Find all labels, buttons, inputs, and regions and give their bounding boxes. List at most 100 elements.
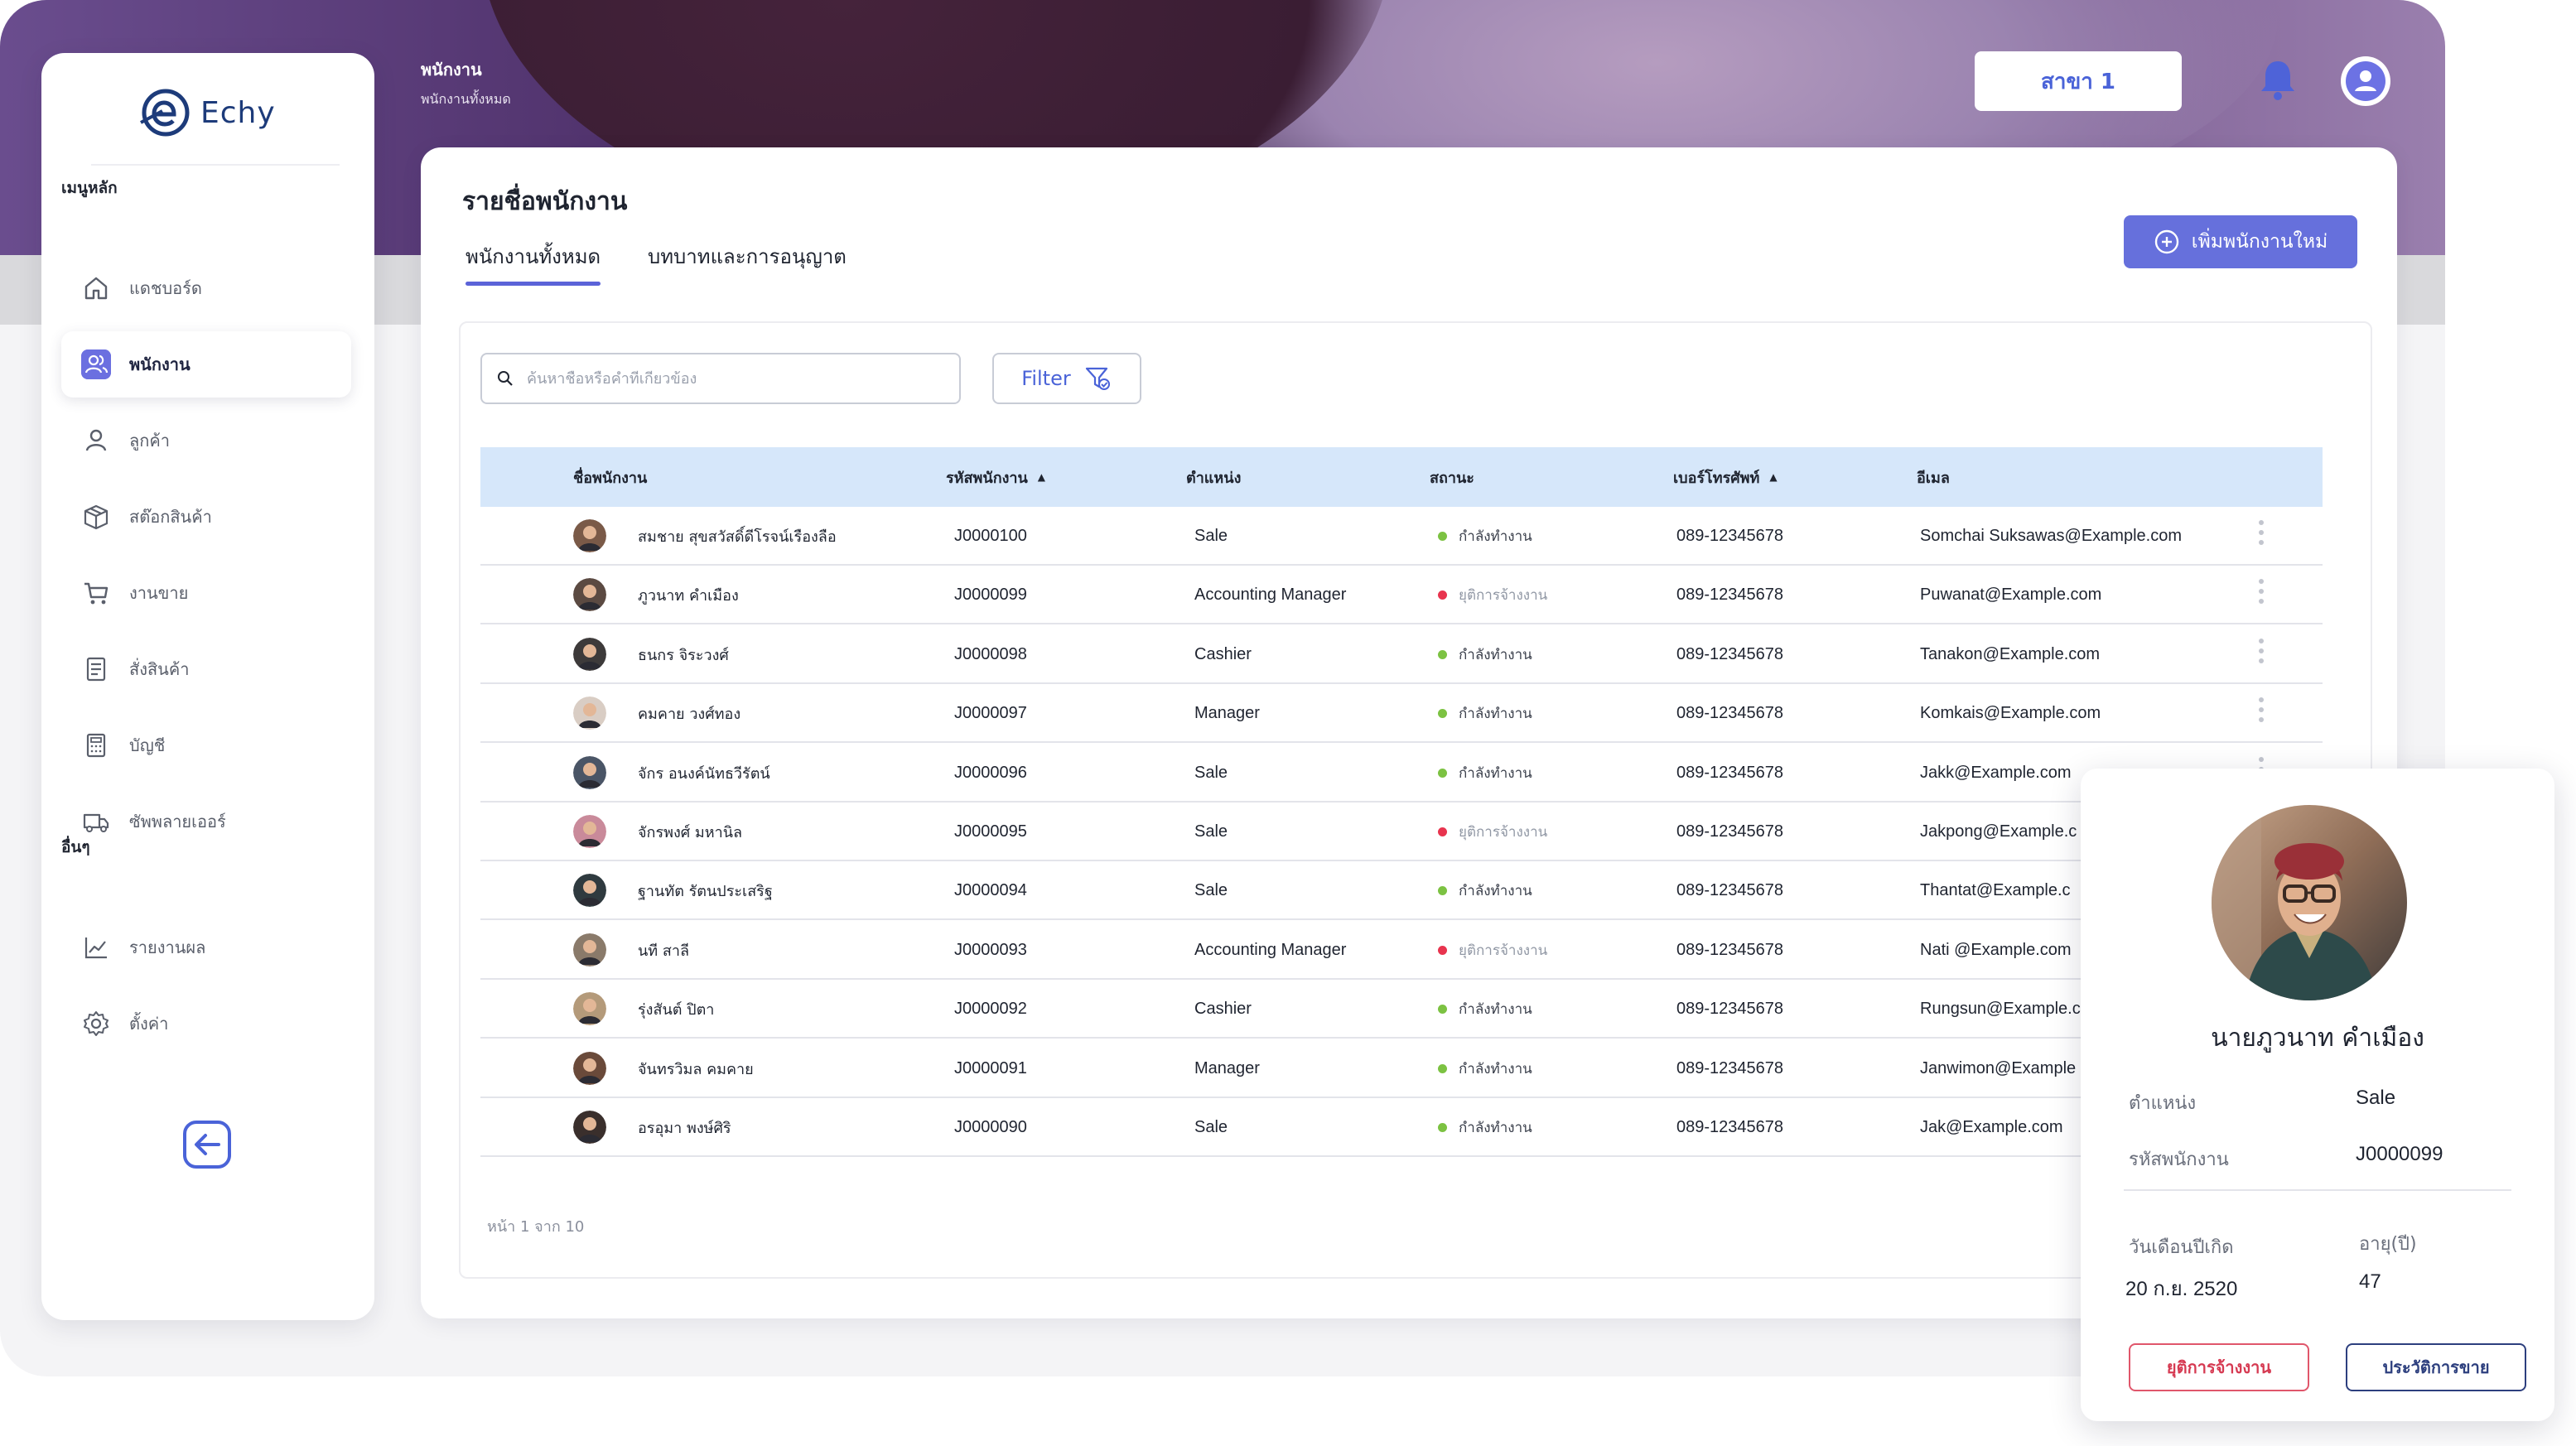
add-employee-button[interactable]: เพิ่มพนักงานใหม่ [2124, 215, 2357, 268]
sidebar-item-employees[interactable]: พนักงาน [61, 331, 351, 398]
row-menu-icon[interactable] [2258, 697, 2265, 723]
employee-phone: 089-12345678 [1676, 1058, 1784, 1077]
tab-all-employees[interactable]: พนักงานทั้งหมด [466, 240, 601, 286]
status-label: กำลังทำงาน [1459, 1001, 1532, 1019]
pagination-info: หน้า 1 จาก 10 [487, 1218, 585, 1236]
employee-position: Sale [1194, 822, 1228, 841]
column-header-email[interactable]: อีเมล [1917, 465, 1950, 489]
employee-avatar [573, 696, 606, 730]
row-menu-icon[interactable] [2258, 638, 2265, 663]
sort-icon[interactable]: ▲ [1038, 471, 1045, 483]
users-icon [81, 349, 111, 379]
bell-icon[interactable] [2256, 56, 2299, 103]
status-label: กำลังทำงาน [1459, 646, 1532, 663]
table-row[interactable]: จักรพงศ์ มหานิล J0000095 Sale ยุติการจ้างงา… [480, 803, 2323, 861]
column-header-id[interactable]: รหัสพนักงาน ▲ [946, 465, 1045, 489]
status-dot [1438, 827, 1447, 836]
column-header-status[interactable]: สถานะ [1430, 465, 1474, 489]
employee-avatar [573, 755, 606, 789]
status-dot [1438, 590, 1447, 600]
filter-button[interactable]: Filter [992, 353, 1141, 404]
employee-id: J0000095 [954, 822, 1027, 841]
employee-id: J0000097 [954, 704, 1027, 723]
brand-name: Echy [200, 95, 276, 130]
employee-status: กำลังทำงาน [1438, 744, 1532, 803]
truck-icon [83, 813, 109, 832]
status-dot [1438, 1123, 1447, 1132]
table-row[interactable]: ภูวนาท คำเมือง J0000099 Accounting Manager… [480, 566, 2323, 625]
status-dot [1438, 945, 1447, 955]
sidebar-item-dashboard[interactable]: แดชบอร์ด [61, 255, 351, 321]
sales-history-button[interactable]: ประวัติการขาย [2346, 1343, 2526, 1391]
table-row[interactable]: ธนกร จิระวงศ์ J0000098 Cashier กำลังทำงาน 08… [480, 625, 2323, 684]
sidebar-item-settings[interactable]: ตั้งค่า [61, 991, 351, 1057]
sidebar: Echy เมนูหลัก แดชบอร์ด พนักงาน ลูกค้า สต… [41, 53, 374, 1320]
search-input[interactable] [527, 369, 941, 388]
table-row[interactable]: จันทรวิมล คมคาย J0000091 Manager กำลังทำงาน… [480, 1039, 2323, 1098]
employee-email: Jakk@Example.com [1920, 763, 2072, 782]
sidebar-item-sales[interactable]: งานขาย [61, 560, 351, 626]
employee-name: จันทรวิมล คมคาย [638, 1060, 754, 1078]
add-employee-label: เพิ่มพนักงานใหม่ [2191, 231, 2328, 253]
employee-id-value: J0000099 [2356, 1143, 2443, 1165]
sidebar-item-accounts[interactable]: บัญชี [61, 712, 351, 778]
employee-status: กำลังทำงาน [1438, 861, 1532, 920]
employee-avatar [573, 815, 606, 848]
column-header-position[interactable]: ตำแหน่ง [1186, 465, 1241, 489]
app-window: พนักงาน พนักงานทั้งหมด สาขา 1 Echy เมนูห… [0, 0, 2445, 1376]
sidebar-item-label: สั่งสินค้า [129, 659, 190, 679]
user-avatar-icon[interactable] [2341, 56, 2390, 106]
employee-position: Sale [1194, 527, 1228, 545]
breadcrumb: พนักงานทั้งหมด [421, 91, 511, 107]
section-title: รายชื่อพนักงาน [462, 187, 628, 216]
table-row[interactable]: นที สาลี J0000093 Accounting Manager ยุติกา… [480, 921, 2323, 980]
table-row[interactable]: รุ่งสันต์ ปิตา J0000092 Cashier กำลังทำงาน 0… [480, 980, 2323, 1039]
table-row[interactable]: ฐานทัต รัตนประเสริฐ J0000094 Sale กำลังทำงา… [480, 861, 2323, 921]
collapse-sidebar-icon[interactable] [182, 1120, 232, 1169]
employee-email: Janwimon@Example [1920, 1058, 2077, 1077]
sidebar-item-label: สต๊อกสินค้า [129, 507, 212, 527]
employee-status: กำลังทำงาน [1438, 1039, 1532, 1098]
page-title: พนักงาน [421, 60, 482, 80]
employee-id: J0000090 [954, 1118, 1027, 1136]
table-row[interactable]: คมคาย วงศ์ทอง J0000097 Manager กำลังทำงาน 08… [480, 684, 2323, 744]
search-box[interactable] [480, 353, 961, 404]
employee-position: Sale [1194, 763, 1228, 782]
employee-id-label: รหัสพนักงาน [2129, 1150, 2229, 1170]
sidebar-item-stock[interactable]: สต๊อกสินค้า [61, 484, 351, 550]
table-row[interactable]: สมชาย สุขสวัสดิ์ดีโรจน์เรืองลือ J0000100 S… [480, 507, 2323, 566]
employee-phone: 089-12345678 [1676, 881, 1784, 900]
sort-icon[interactable]: ▲ [1769, 471, 1777, 483]
sidebar-item-customers[interactable]: ลูกค้า [61, 407, 351, 474]
cart-icon [84, 582, 109, 605]
employee-avatar [573, 519, 606, 552]
employee-status: กำลังทำงาน [1438, 507, 1532, 566]
employee-status: ยุติการจ้างงาน [1438, 921, 1547, 980]
position-value: Sale [2356, 1087, 2396, 1109]
employee-email: Thantat@Example.c [1920, 881, 2071, 900]
birthdate-value: 20 ก.ย. 2520 [2125, 1278, 2238, 1300]
row-menu-icon[interactable] [2258, 520, 2265, 545]
employee-email: Rungsun@Example.c [1920, 1000, 2081, 1019]
age-value: 47 [2359, 1270, 2381, 1293]
table-row[interactable]: อรอุมา พงษ์ศิริ J0000090 Sale กำลังทำงาน 089… [480, 1098, 2323, 1157]
employee-phone: 089-12345678 [1676, 527, 1784, 545]
brand-logo[interactable]: Echy [137, 83, 276, 142]
employee-position: Cashier [1194, 1000, 1252, 1019]
status-label: ยุติการจ้างงาน [1459, 587, 1548, 605]
column-header-name[interactable]: ชื่อพนักงาน [573, 465, 647, 489]
sidebar-item-suppliers[interactable]: ซัพพลายเออร์ [61, 788, 351, 855]
terminate-employment-button[interactable]: ยุติการจ้างงาน [2129, 1343, 2309, 1391]
employee-position: Manager [1194, 1058, 1260, 1077]
table-row[interactable]: จักร อนงค์นัทธวีรัตน์ J0000096 Sale กำลังทำ… [480, 744, 2323, 803]
sidebar-item-reports[interactable]: รายงานผล [61, 914, 351, 981]
tab-roles-permissions[interactable]: บทบาทและการอนุญาต [648, 240, 847, 272]
employee-position: Accounting Manager [1194, 586, 1347, 605]
calculator-icon [86, 733, 106, 758]
branch-selector[interactable]: สาขา 1 [1975, 51, 2182, 111]
employee-email: Puwanat@Example.com [1920, 586, 2102, 605]
status-label: กำลังทำงาน [1459, 1060, 1532, 1077]
sidebar-item-orders[interactable]: สั่งสินค้า [61, 636, 351, 702]
column-header-phone[interactable]: เบอร์โทรศัพท์ ▲ [1673, 465, 1778, 489]
row-menu-icon[interactable] [2258, 579, 2265, 605]
